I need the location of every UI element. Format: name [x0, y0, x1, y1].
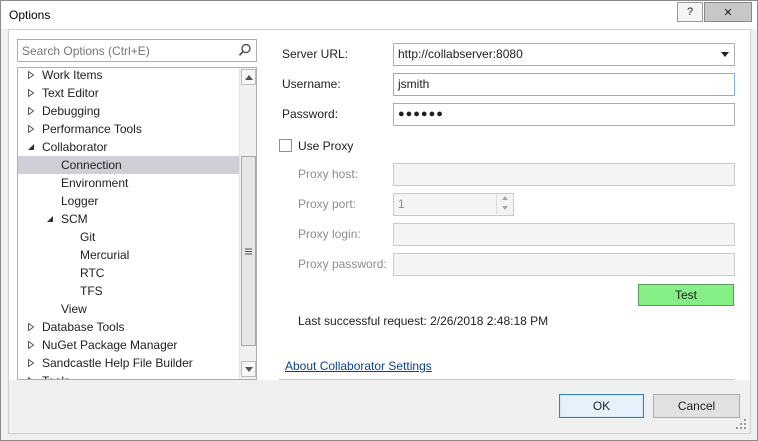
search-input[interactable] [18, 40, 230, 61]
test-button[interactable]: Test [638, 284, 734, 306]
tree-item[interactable]: TFS [18, 282, 240, 300]
dialog-footer: OK Cancel [9, 380, 750, 433]
password-field[interactable]: ●●●●●● [393, 103, 735, 126]
collapsed-arrow-icon[interactable] [27, 107, 35, 115]
tree-item[interactable]: Performance Tools [18, 120, 240, 138]
tree-item-label: Text Editor [42, 86, 99, 100]
server-url-label: Server URL: [282, 47, 349, 61]
collapsed-arrow-icon[interactable] [27, 71, 35, 79]
tree-item-label: Debugging [42, 104, 101, 118]
about-settings-link[interactable]: About Collaborator Settings [285, 359, 432, 373]
proxy-host-label: Proxy host: [298, 167, 359, 181]
options-tree: Tools Sandcastle Help File Builder NuGet P… [17, 67, 257, 380]
title-bar: Options ? ✕ [1, 1, 757, 29]
tree-item[interactable]: Connection [18, 156, 240, 174]
collapsed-arrow-icon[interactable] [27, 323, 35, 331]
resize-grip-icon[interactable] [735, 418, 747, 430]
password-label: Password: [282, 107, 339, 121]
tree-item-label: Connection [61, 158, 122, 172]
tree-item[interactable]: Sandcastle Help File Builder [18, 354, 240, 372]
cancel-button[interactable]: Cancel [653, 394, 740, 418]
tree-item[interactable]: RTC [18, 264, 240, 282]
tree-item-label: Tools [42, 372, 70, 379]
proxy-password-label: Proxy password: [298, 257, 387, 271]
search-box[interactable] [17, 39, 257, 62]
tree-item[interactable]: Database Tools [18, 318, 240, 336]
window-title: Options [9, 8, 51, 22]
tree-item[interactable]: Mercurial [18, 246, 240, 264]
tree-item[interactable]: Git [18, 228, 240, 246]
help-button[interactable]: ? [677, 2, 703, 22]
tree-item[interactable]: Work Items [18, 68, 240, 84]
tree-item[interactable]: Tools [18, 372, 240, 379]
tree-item-label: RTC [80, 266, 105, 280]
chevron-down-icon[interactable] [721, 52, 729, 57]
use-proxy-label[interactable]: Use Proxy [298, 139, 353, 153]
server-url-value: http://collabserver:8080 [398, 47, 523, 61]
tree-item-label: Sandcastle Help File Builder [42, 356, 193, 370]
tree-item[interactable]: NuGet Package Manager [18, 336, 240, 354]
tree-item-label: NuGet Package Manager [42, 338, 178, 352]
server-url-dropdown[interactable]: http://collabserver:8080 [393, 43, 735, 66]
tree-scrollbar[interactable] [239, 68, 256, 379]
tree-item-label: Work Items [42, 68, 103, 82]
expanded-arrow-icon[interactable] [27, 143, 35, 151]
scroll-thumb[interactable] [241, 156, 256, 346]
tree-item-label: Environment [61, 176, 129, 190]
chevron-down-icon [502, 206, 508, 210]
ok-button[interactable]: OK [559, 394, 644, 418]
stepper-up[interactable] [497, 193, 513, 203]
grip-icon [245, 248, 252, 254]
chevron-up-icon [502, 196, 508, 200]
tree-item-label: Database Tools [42, 320, 125, 334]
tree-item-label: Logger [61, 194, 99, 208]
expanded-arrow-icon[interactable] [46, 215, 54, 223]
proxy-port-value: 1 [398, 197, 405, 211]
tree-item-label: View [61, 302, 87, 316]
proxy-login-label: Proxy login: [298, 227, 361, 241]
tree-item-label: Collaborator [42, 140, 108, 154]
username-label: Username: [282, 77, 341, 91]
collapsed-arrow-icon[interactable] [27, 359, 35, 367]
last-request-status: Last successful request: 2/26/2018 2:48:… [298, 314, 549, 328]
dialog-client: Tools Sandcastle Help File Builder NuGet P… [8, 29, 751, 434]
username-field[interactable]: jsmith [393, 73, 735, 96]
collapsed-arrow-icon[interactable] [27, 341, 35, 349]
collapsed-arrow-icon[interactable] [27, 89, 35, 97]
proxy-port-stepper[interactable] [496, 193, 513, 214]
tree-item[interactable]: Collaborator [18, 138, 240, 156]
tree-item[interactable]: View [18, 300, 240, 318]
proxy-host-field[interactable] [393, 163, 735, 186]
scroll-down-arrow[interactable] [241, 361, 256, 377]
tree-item[interactable]: Text Editor [18, 84, 240, 102]
chevron-down-icon [244, 366, 253, 372]
collapsed-arrow-icon[interactable] [27, 125, 35, 133]
search-icon[interactable] [238, 43, 252, 57]
tree-item-label: Performance Tools [42, 122, 142, 136]
tree-item[interactable]: SCM [18, 210, 240, 228]
scroll-up-arrow[interactable] [241, 69, 256, 85]
chevron-up-icon [244, 74, 253, 80]
proxy-login-field[interactable] [393, 223, 735, 246]
proxy-port-label: Proxy port: [298, 197, 357, 211]
use-proxy-checkbox[interactable] [279, 139, 292, 152]
tree-item-label: Mercurial [80, 248, 130, 262]
stepper-down[interactable] [497, 203, 513, 213]
close-button[interactable]: ✕ [704, 2, 752, 22]
tree-item-label: SCM [61, 212, 88, 226]
tree-item-label: TFS [80, 284, 103, 298]
tree-item[interactable]: Debugging [18, 102, 240, 120]
tree-item[interactable]: Logger [18, 192, 240, 210]
tree-item-label: Git [80, 230, 96, 244]
tree-item[interactable]: Environment [18, 174, 240, 192]
options-dialog: Options ? ✕ Tools Sandcastle Help File Bu… [0, 0, 758, 441]
proxy-password-field[interactable] [393, 253, 735, 276]
